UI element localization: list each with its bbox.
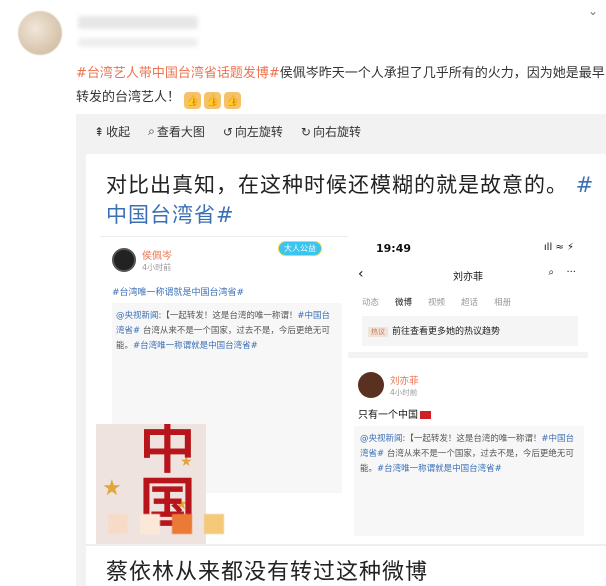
author-name: 刘亦菲: [390, 375, 419, 387]
trend-banner: 热议 前往查看更多她的热议趋势: [362, 316, 578, 346]
avatar: [112, 248, 136, 272]
profile-nav: ‹ 刘亦菲 ⌕ ···: [348, 266, 588, 288]
thumbs-up-icon: 👍: [224, 92, 242, 109]
hashtag-link[interactable]: #台湾艺人带中国台湾省话题发博#: [76, 66, 280, 81]
more-icon: ···: [566, 267, 576, 278]
left-post-text: #台湾唯一称谓就是中国台湾省#: [112, 288, 245, 298]
right-post-text: 只有一个中国: [358, 406, 431, 421]
collapse-button[interactable]: ⇞ 收起: [94, 123, 130, 140]
tab-video: 视频: [428, 298, 446, 308]
thumbs-up-icon: 👍: [184, 92, 202, 109]
swatch: [204, 514, 224, 534]
thumbs-up-icon: 👍: [204, 92, 222, 109]
post-time: 4小时前: [142, 263, 172, 272]
user-avatar[interactable]: [18, 11, 62, 55]
post-text: #台湾艺人带中国台湾省话题发博#侯佩岑昨天一个人承担了几乎所有的火力，因为她是最…: [76, 62, 606, 110]
swatch: [172, 514, 192, 534]
star-icon: ★: [102, 476, 122, 501]
tab-super-topic: 超话: [461, 298, 479, 308]
divider: [348, 352, 588, 358]
rotate-left-button[interactable]: ↺ 向左旋转: [223, 123, 283, 140]
blurred-strip: [108, 514, 224, 534]
post-meta-blurred: [78, 38, 198, 47]
bottom-caption: 蔡依林从来都没有转过这种微博: [106, 560, 429, 585]
image-viewer: ⇞ 收起 ⌕ 查看大图 ↺ 向左旋转 ↻ 向右旋转 对比出真知，在这种时候还模糊的就是故…: [76, 114, 606, 586]
viewer-toolbar: ⇞ 收起 ⌕ 查看大图 ↺ 向左旋转 ↻ 向右旋转: [94, 123, 361, 140]
rotate-right-button[interactable]: ↻ 向右旋转: [301, 123, 361, 140]
profile-tabs: 动态 微博 视频 超话 相册: [362, 296, 511, 308]
right-repost: @央视新闻:【一起转发！这是台湾的唯一称谓！#中国台湾省# 台湾从来不是一个国家…: [354, 426, 584, 536]
charity-badge: 大人公益: [278, 241, 322, 256]
status-time: 19:49: [376, 242, 412, 255]
swatch: [108, 514, 128, 534]
post-time: 4小时前: [390, 387, 418, 397]
tab-weibo: 微博: [395, 298, 413, 308]
flag-icon: [420, 411, 431, 419]
tab-dynamic: 动态: [362, 298, 380, 308]
search-icon: ⌕: [548, 267, 554, 278]
status-icons: ıll ≈ ⚡: [543, 242, 574, 253]
chevron-down-icon[interactable]: ⌄: [588, 4, 598, 18]
rotate-left-icon: ↺: [222, 124, 233, 139]
search-icon: ⌕: [148, 124, 155, 138]
view-large-button[interactable]: ⌕ 查看大图: [148, 123, 205, 140]
username-blurred[interactable]: [78, 16, 198, 29]
collapse-icon: ⇞: [94, 124, 105, 139]
image-headline: 对比出真知，在这种时候还模糊的就是故意的。 #中国台湾省#: [106, 173, 595, 227]
post-image[interactable]: 对比出真知，在这种时候还模糊的就是故意的。 #中国台湾省# 侯佩岑 4小时前 大…: [86, 154, 606, 586]
phone-screenshot: 19:49 ıll ≈ ⚡ ‹ 刘亦菲 ⌕ ··· 动态 微博 视频 超话 相册…: [348, 236, 588, 536]
avatar: [358, 372, 384, 398]
rotate-right-icon: ↻: [300, 124, 311, 139]
divider: [86, 544, 606, 546]
tab-album: 相册: [494, 298, 512, 308]
swatch: [140, 514, 160, 534]
author-name: 侯佩岑: [142, 251, 172, 262]
